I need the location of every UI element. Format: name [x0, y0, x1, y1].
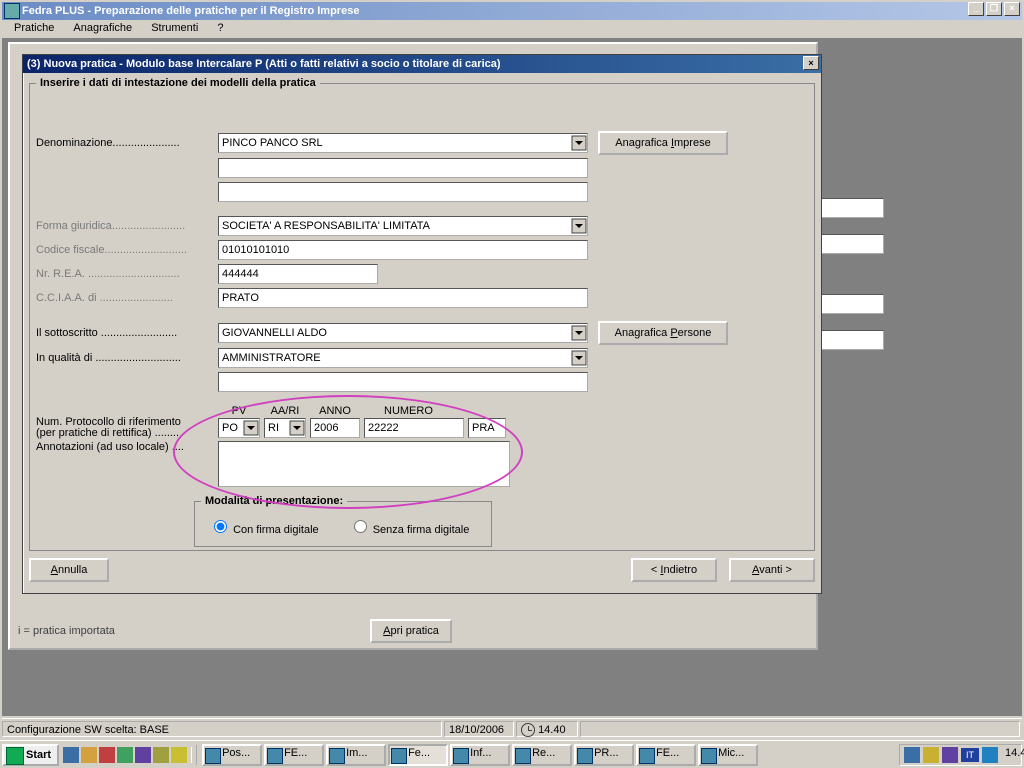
- proto-anno-input[interactable]: [310, 418, 360, 438]
- tray-icon[interactable]: [923, 747, 939, 763]
- qualita-combo[interactable]: AMMINISTRATORE: [218, 348, 588, 368]
- ql-folder-icon[interactable]: [153, 747, 169, 763]
- menu-strumenti[interactable]: Strumenti: [143, 20, 206, 36]
- radio-senza-firma[interactable]: Senza firma digitale: [349, 517, 470, 536]
- status-bar: Configurazione SW scelta: BASE 18/10/200…: [2, 718, 1022, 738]
- anagrafica-imprese-button[interactable]: Anagrafica Imprese: [598, 131, 728, 155]
- modalita-fieldset: Modalità di presentazione: Con firma dig…: [194, 495, 492, 547]
- start-button[interactable]: Start: [2, 744, 59, 766]
- cciaa-input[interactable]: [218, 288, 588, 308]
- label-cf: Codice fiscale..........................…: [36, 244, 218, 256]
- bg-field: [814, 198, 884, 218]
- app-titlebar[interactable]: Fedra PLUS - Preparazione delle pratiche…: [2, 2, 1022, 20]
- task-buttons: Pos... FE... Im... Fe... Inf... Re... PR…: [202, 744, 899, 766]
- import-hint: i = pratica importata: [10, 625, 370, 637]
- bg-field: [814, 294, 884, 314]
- task-item[interactable]: Im...: [326, 744, 386, 766]
- status-config: Configurazione SW scelta: BASE: [2, 721, 442, 737]
- apri-pratica-button[interactable]: Apri pratica: [370, 619, 452, 643]
- label-qualita: In qualità di ..........................…: [36, 352, 218, 364]
- tray-icon[interactable]: [942, 747, 958, 763]
- forma-combo[interactable]: SOCIETA' A RESPONSABILITA' LIMITATA: [218, 216, 588, 236]
- system-tray: IT 14.40: [899, 744, 1022, 766]
- status-empty: [580, 721, 1020, 737]
- task-item[interactable]: FE...: [636, 744, 696, 766]
- denom2-input[interactable]: [218, 158, 588, 178]
- label-cciaa: C.C.I.A.A. di ........................: [36, 292, 218, 304]
- radio-con-firma[interactable]: Con firma digitale: [209, 517, 319, 536]
- status-date: 18/10/2006: [444, 721, 514, 737]
- proto-suffix-input[interactable]: [468, 418, 506, 438]
- tray-icon[interactable]: [982, 747, 998, 763]
- proto-aari-combo[interactable]: RI: [264, 418, 306, 438]
- ql-ie-icon[interactable]: [63, 747, 79, 763]
- ql-outlook-icon[interactable]: [81, 747, 97, 763]
- main-fieldset: Inserire i dati di intestazione dei mode…: [29, 77, 815, 551]
- modalita-legend: Modalità di presentazione:: [201, 495, 347, 507]
- indietro-button[interactable]: < Indietro: [631, 558, 717, 582]
- sottoscritto-combo[interactable]: GIOVANNELLI ALDO: [218, 323, 588, 343]
- minimize-button[interactable]: _: [968, 2, 984, 16]
- cf-input[interactable]: [218, 240, 588, 260]
- clock-icon: [521, 723, 535, 737]
- ql-excel-icon[interactable]: [117, 747, 133, 763]
- rea-input[interactable]: [218, 264, 378, 284]
- bg-field: [814, 234, 884, 254]
- taskbar: Start Pos... FE... Im... Fe... Inf... Re…: [0, 740, 1024, 768]
- label-rea: Nr. R.E.A. .............................…: [36, 268, 218, 280]
- anagrafica-persone-button[interactable]: Anagrafica Persone: [598, 321, 728, 345]
- status-time: 14.40: [516, 721, 578, 737]
- ql-key-icon[interactable]: [171, 747, 187, 763]
- avanti-button[interactable]: Avanti >: [729, 558, 815, 582]
- ql-desktop-icon[interactable]: [99, 747, 115, 763]
- task-item[interactable]: PR...: [574, 744, 634, 766]
- maximize-button[interactable]: ❐: [986, 2, 1002, 16]
- taskbar-clock[interactable]: 14.40: [1001, 747, 1017, 763]
- quick-launch: [63, 747, 192, 763]
- fieldset-legend: Inserire i dati di intestazione dei mode…: [36, 77, 320, 89]
- annotazioni-textarea[interactable]: [218, 441, 510, 487]
- menu-anagrafiche[interactable]: Anagrafiche: [65, 20, 140, 36]
- annulla-button[interactable]: Annulla: [29, 558, 109, 582]
- dialog-titlebar[interactable]: (3) Nuova pratica - Modulo base Intercal…: [23, 55, 821, 73]
- qualita2-input[interactable]: [218, 372, 588, 392]
- language-indicator[interactable]: IT: [961, 748, 979, 762]
- label-sottoscritto: Il sottoscritto ........................…: [36, 327, 218, 339]
- menu-bar: Pratiche Anagrafiche Strumenti ?: [2, 20, 1022, 38]
- app-window: Fedra PLUS - Preparazione delle pratiche…: [0, 0, 1024, 740]
- dialog-close-button[interactable]: ×: [803, 56, 819, 70]
- task-item[interactable]: FE...: [264, 744, 324, 766]
- proto-num-input[interactable]: [364, 418, 464, 438]
- bg-field: [814, 330, 884, 350]
- task-item[interactable]: Fe...: [388, 744, 448, 766]
- proto-pv-combo[interactable]: PO: [218, 418, 260, 438]
- task-item[interactable]: Re...: [512, 744, 572, 766]
- app-icon: [4, 3, 20, 19]
- proto-headers: PV AA/RI ANNO NUMERO: [218, 405, 808, 417]
- close-button[interactable]: ×: [1004, 2, 1020, 16]
- denominazione-combo[interactable]: PINCO PANCO SRL: [218, 133, 588, 153]
- task-item[interactable]: Pos...: [202, 744, 262, 766]
- app-title-text: Fedra PLUS - Preparazione delle pratiche…: [22, 5, 359, 17]
- ql-app-icon[interactable]: [135, 747, 151, 763]
- label-forma: Forma giuridica........................: [36, 220, 218, 232]
- label-annotazioni: Annotazioni (ad uso locale) ....: [36, 441, 218, 453]
- dialog-title-text: (3) Nuova pratica - Modulo base Intercal…: [27, 58, 501, 70]
- menu-help[interactable]: ?: [209, 20, 231, 36]
- label-denominazione: Denominazione......................: [36, 137, 218, 149]
- label-protocollo: Num. Protocollo di riferimento(per prati…: [36, 417, 218, 439]
- denom3-input[interactable]: [218, 182, 588, 202]
- list-panel: (3) Nuova pratica - Modulo base Intercal…: [8, 42, 818, 650]
- task-item[interactable]: Inf...: [450, 744, 510, 766]
- new-practice-dialog: (3) Nuova pratica - Modulo base Intercal…: [22, 54, 822, 594]
- tray-icon[interactable]: [904, 747, 920, 763]
- menu-pratiche[interactable]: Pratiche: [6, 20, 62, 36]
- task-item[interactable]: Mic...: [698, 744, 758, 766]
- app-client: ): (3) Nuova pratica - Modulo base Inter…: [2, 38, 1022, 716]
